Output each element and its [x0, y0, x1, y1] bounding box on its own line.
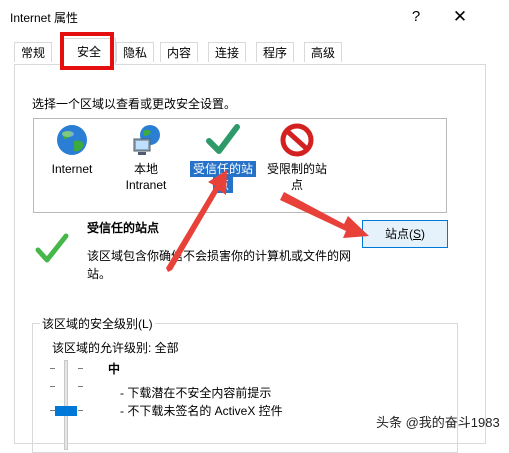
security-slider-thumb[interactable] — [55, 406, 77, 416]
zone-intranet-line1: 本地 — [133, 162, 158, 176]
zone-restricted-line2: 点 — [290, 178, 303, 192]
zone-trusted-sites[interactable]: 受信任的站 点 — [190, 123, 256, 193]
slider-tick — [78, 386, 83, 387]
sites-button[interactable]: 站点(S) — [362, 220, 448, 248]
tab-connections[interactable]: 连接 — [208, 42, 247, 62]
sites-button-label: 站点( — [384, 227, 413, 241]
no-entry-icon — [280, 123, 314, 157]
watermark-text: 头条 @我的奋斗1983 — [376, 415, 500, 430]
zone-detail-title: 受信任的站点 — [87, 221, 160, 235]
title-bar: Internet 属性 ? ✕ — [0, 0, 509, 32]
intranet-icon — [133, 125, 160, 155]
allowed-levels-text: 该区域的允许级别: 全部 — [52, 341, 179, 355]
window-title: Internet 属性 — [10, 11, 79, 25]
slider-tick — [50, 368, 55, 369]
zone-restricted-line1: 受限制的站 — [266, 162, 327, 176]
tab-privacy[interactable]: 隐私 — [116, 42, 155, 62]
sites-button-mnemonic: S — [412, 227, 421, 241]
zone-list: Internet 本地 Intranet 受信任的站 点 受限制的站 点 — [33, 118, 447, 213]
help-button[interactable]: ? — [402, 6, 430, 28]
zone-internet[interactable]: Internet — [46, 123, 98, 177]
security-level-bullet: - 不下载未签名的 ActiveX 控件 — [120, 404, 283, 418]
zone-intranet[interactable]: 本地 Intranet — [120, 123, 172, 193]
security-level-name: 中 — [108, 362, 121, 376]
trusted-check-icon — [35, 233, 69, 263]
zone-intranet-line2: Intranet — [125, 178, 167, 192]
slider-tick — [78, 368, 83, 369]
tab-programs[interactable]: 程序 — [256, 42, 295, 62]
zone-internet-label: Internet — [51, 162, 93, 176]
tab-highlight-box — [60, 32, 114, 70]
security-slider-track[interactable] — [64, 360, 68, 450]
tab-general[interactable]: 常规 — [14, 42, 53, 62]
zone-prompt: 选择一个区域以查看或更改安全设置。 — [32, 97, 237, 111]
close-button[interactable]: ✕ — [446, 6, 474, 28]
security-level-label: 该区域的安全级别(L) — [40, 315, 155, 332]
security-level-bullet: - 下载潜在不安全内容前提示 — [120, 386, 272, 400]
tab-content[interactable]: 内容 — [160, 42, 199, 62]
zone-detail-description: 该区域包含你确信不会损害你的计算机或文件的网站。 — [87, 249, 352, 281]
slider-tick — [50, 386, 55, 387]
slider-tick — [78, 410, 83, 411]
zone-restricted-sites[interactable]: 受限制的站 点 — [264, 123, 330, 193]
checkmark-icon — [206, 124, 240, 154]
sites-button-suffix: ) — [421, 227, 425, 241]
zone-trusted-line2: 点 — [212, 177, 233, 193]
tab-advanced[interactable]: 高级 — [304, 42, 343, 62]
zone-trusted-line1: 受信任的站 — [190, 161, 256, 177]
globe-icon — [57, 125, 87, 155]
